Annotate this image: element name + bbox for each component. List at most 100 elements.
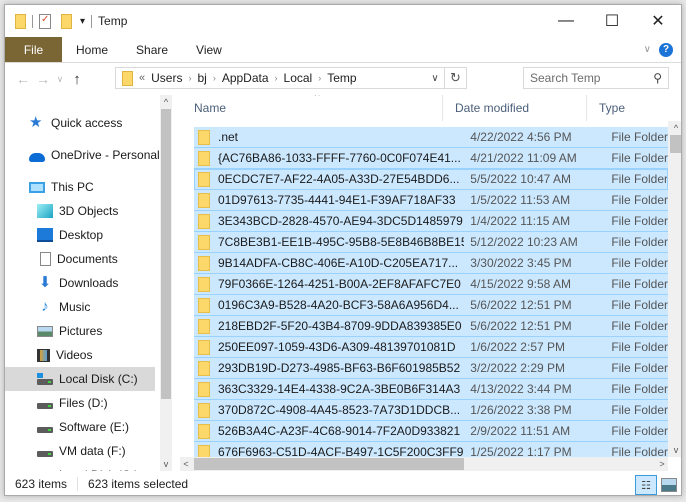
chevron-right-icon[interactable]: › [318,73,321,83]
nav-item-music[interactable]: ♪ Music [5,295,155,319]
nav-item-videos[interactable]: Videos [5,343,155,367]
recent-locations-button[interactable]: ∨ [53,74,67,85]
file-row[interactable]: .net 4/22/2022 4:56 PM File Folder [194,127,668,148]
up-button[interactable]: ↑ [67,71,87,88]
large-icons-view-button[interactable] [661,478,677,492]
ribbon-tabs: File Home Share View ∨ ? [5,37,681,63]
scrollbar-thumb[interactable] [161,109,171,399]
file-row[interactable]: 0ECDC7E7-AF22-4A05-A33D-27E54BDD6... 5/5/… [194,169,668,190]
file-row[interactable]: 293DB19D-D273-4985-BF63-B6F601985B52 3/2/… [194,358,668,379]
file-row[interactable]: 79F0366E-1264-4251-B00A-2EF8AFAFC7E0 4/15… [194,274,668,295]
file-date-modified: 5/5/2022 10:47 AM [470,172,572,186]
nav-item-label: Pictures [59,324,103,338]
nav-item-this-pc[interactable]: This PC [5,175,155,199]
nav-item-label: Quick access [51,116,123,130]
breadcrumb-users[interactable]: Users [151,71,182,85]
breadcrumb-bj[interactable]: bj [197,71,206,85]
properties-button[interactable] [39,13,51,29]
column-headers: ^ Name Date modified Type [180,95,681,121]
minimize-button[interactable]: — [543,5,589,37]
scroll-up-button[interactable]: ^ [670,121,681,135]
nav-item-label: Software (E:) [59,420,130,434]
file-type: File Folder [611,403,668,417]
help-icon[interactable]: ? [659,42,673,57]
file-row[interactable]: 370D872C-4908-4A45-8523-7A73D1DDCB... 1/2… [194,400,668,421]
nav-item-vm-data-f[interactable]: VM data (F:) [5,439,155,463]
chevron-right-icon[interactable]: › [188,73,191,83]
column-header-type[interactable]: Type [586,95,666,121]
nav-item-label: Local Disk (C:) [59,372,138,386]
file-name: 0ECDC7E7-AF22-4A05-A33D-27E54BDD6... [218,172,460,186]
nav-item-label: Music [59,300,91,314]
file-list-vertical-scrollbar[interactable]: ^ v [668,121,681,457]
scroll-up-button[interactable]: ^ [160,95,172,109]
close-button[interactable]: ✕ [635,5,681,37]
chevron-right-icon[interactable]: › [213,73,216,83]
column-header-date-modified[interactable]: Date modified [442,95,586,121]
file-row[interactable]: 250EE097-1059-43D6-A309-48139701081D 1/6/… [194,337,668,358]
file-row[interactable]: 3E343BCD-2828-4570-AE94-3DC5D1485979 1/4/… [194,211,668,232]
file-row[interactable]: 01D97613-7735-4441-94E1-F39AF718AF33 1/5/… [194,190,668,211]
computer-icon [29,181,45,193]
nav-item-documents[interactable]: Documents [5,247,155,271]
nav-item-pictures[interactable]: Pictures [5,319,155,343]
file-row[interactable]: 7C8BE3B1-EE1B-495C-95B8-5E8B46B8BE15 5/12… [194,232,668,253]
nav-item-software-e[interactable]: Software (E:) [5,415,155,439]
file-row[interactable]: 363C3329-14E4-4338-9C2A-3BE0B6F314A3 4/13… [194,379,668,400]
search-input[interactable] [530,71,645,85]
folder-icon [198,402,210,418]
file-list-horizontal-scrollbar[interactable]: < > [180,457,668,471]
tab-view[interactable]: View [182,37,236,62]
scrollbar-thumb[interactable] [194,458,464,470]
nav-item-files-d[interactable]: Files (D:) [5,391,155,415]
new-folder-button[interactable] [61,13,72,29]
forward-button[interactable]: → [33,71,53,87]
maximize-button[interactable]: ☐ [589,5,635,37]
address-history-dropdown[interactable]: ∨ [426,68,444,88]
nav-item-local-disk-c[interactable]: Local Disk (C:) [5,367,155,391]
nav-item-3d-objects[interactable]: 3D Objects [5,199,155,223]
navigation-pane-scrollbar[interactable]: ^ v [160,95,172,471]
file-date-modified: 5/6/2022 12:51 PM [470,319,572,333]
refresh-button[interactable]: ↻ [444,68,466,88]
file-name: 363C3329-14E4-4338-9C2A-3BE0B6F314A3 [218,382,461,396]
nav-item-label: This PC [51,180,94,194]
expand-ribbon-button[interactable]: ∨ [644,44,651,55]
scroll-down-button[interactable]: v [160,457,172,471]
cube-icon [37,204,53,218]
tab-share[interactable]: Share [122,37,182,62]
column-header-name[interactable]: Name [180,95,442,121]
nav-item-quick-access[interactable]: ★ Quick access [5,111,155,135]
nav-item-downloads[interactable]: ⬇ Downloads [5,271,155,295]
file-date-modified: 3/2/2022 2:29 PM [470,361,565,375]
file-row[interactable]: 526B3A4C-A23F-4C68-9014-7F2A0D933821 2/9/… [194,421,668,442]
breadcrumb-appdata[interactable]: AppData [222,71,269,85]
file-row[interactable]: 9B14ADFA-CB8C-406E-A10D-C205EA717... 3/30… [194,253,668,274]
nav-item-onedrive[interactable]: OneDrive - Personal [5,143,160,167]
breadcrumb-temp[interactable]: Temp [327,71,356,85]
search-icon[interactable]: ⚲ [653,71,662,85]
breadcrumb-local[interactable]: Local [284,71,313,85]
search-box[interactable]: ⚲ [523,67,669,89]
file-name: {AC76BA86-1033-FFFF-7760-0C0F074E41... [218,151,461,165]
chevron-right-icon[interactable]: › [275,73,278,83]
file-row[interactable]: {AC76BA86-1033-FFFF-7760-0C0F074E41... 4/… [194,148,668,169]
nav-item-desktop[interactable]: Desktop [5,223,155,247]
nav-item-local-disk-g[interactable]: Local Disk (G:) [5,463,155,471]
tab-file[interactable]: File [5,37,62,62]
scrollbar-thumb[interactable] [670,135,681,153]
scroll-down-button[interactable]: v [670,443,681,457]
file-row[interactable]: 0196C3A9-B528-4A20-BCF3-58A6A956D4... 5/6… [194,295,668,316]
scroll-right-button[interactable]: > [656,457,668,471]
file-name: 293DB19D-D273-4985-BF63-B6F601985B52 [218,361,461,375]
address-bar[interactable]: « Users › bj › AppData › Local › Temp ∨ … [115,67,467,89]
customize-quick-access-button[interactable]: ▾ [80,16,85,27]
back-button[interactable]: ← [13,71,33,87]
file-type: File Folder [611,151,668,165]
tab-home[interactable]: Home [62,37,122,62]
folder-icon [198,171,210,187]
file-row[interactable]: 218EBD2F-5F20-43B4-8709-9DDA839385E0 5/6/… [194,316,668,337]
breadcrumb-overflow-button[interactable]: « [139,72,145,84]
scroll-left-button[interactable]: < [180,457,192,471]
details-view-button[interactable]: ☷ [635,475,657,495]
